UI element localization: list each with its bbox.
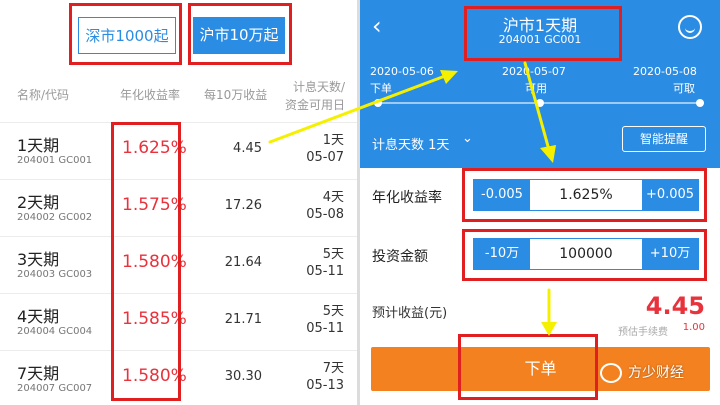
table-row[interactable]: 2天期 204002 GC002 1.575% 17.26 4天 05-08: [0, 179, 357, 236]
rate-stepper: -0.005 1.625% +0.005: [473, 179, 699, 211]
annual-rate: 1.580%: [122, 366, 187, 386]
timeline-caption-withdraw: 可取: [673, 82, 695, 95]
available-date: 05-07: [306, 150, 344, 165]
annual-rate: 1.575%: [122, 195, 187, 215]
header-name: 名称/代码: [17, 88, 70, 102]
annual-rate: 1.580%: [122, 252, 187, 272]
segment-shenzhen[interactable]: 深市1000起: [78, 17, 176, 54]
product-name: 3天期: [17, 250, 60, 269]
income-per-100k: 21.71: [224, 312, 262, 327]
product-name: 2天期: [17, 193, 60, 212]
available-date: 05-11: [306, 264, 344, 279]
product-code: 204007 GC007: [17, 383, 93, 394]
rate-decrease-button[interactable]: -0.005: [474, 180, 530, 210]
income-per-100k: 17.26: [224, 198, 262, 213]
available-date: 05-11: [306, 321, 344, 336]
timeline-dot: [374, 99, 382, 107]
smart-reminder-button[interactable]: 智能提醒: [622, 126, 706, 152]
header-days: 计息天数/: [292, 80, 345, 94]
annual-rate: 1.625%: [122, 138, 187, 158]
timeline-date-order: 2020-05-06: [370, 65, 434, 78]
rate-input[interactable]: 1.625%: [530, 180, 642, 210]
timeline-caption-order: 下单: [370, 82, 392, 95]
wechat-logo-icon: [600, 363, 622, 383]
amount-label: 投资金额: [372, 249, 428, 265]
interest-days: 7天: [322, 361, 344, 376]
estimated-fee-label: 预估手续费: [618, 327, 668, 338]
timeline-date-withdraw: 2020-05-08: [633, 65, 697, 78]
product-code: 204004 GC004: [17, 326, 93, 337]
interest-days: 5天: [322, 304, 344, 319]
estimated-income-label: 预计收益(元): [372, 306, 448, 321]
amount-decrease-button[interactable]: -10万: [474, 239, 530, 269]
timeline-date-available: 2020-05-07: [502, 65, 566, 78]
right-panel: ‹ 沪市1天期 204001 GC001 2020-05-06 下单 2020-…: [360, 0, 720, 405]
product-code: 204001 GC001: [17, 155, 93, 166]
table-row[interactable]: 1天期 204001 GC001 1.625% 4.45 1天 05-07: [0, 122, 357, 179]
table-row[interactable]: 3天期 204003 GC003 1.580% 21.64 5天 05-11: [0, 236, 357, 293]
left-panel: 深市1000起 沪市10万起 名称/代码 年化收益率 每10万收益 计息天数/ …: [0, 0, 357, 405]
estimated-income-value: 4.45: [645, 292, 705, 320]
income-per-100k: 4.45: [233, 141, 262, 156]
amount-input[interactable]: 100000: [530, 239, 642, 269]
table-header: 名称/代码 年化收益率 每10万收益 计息天数/ 资金可用日: [0, 74, 357, 122]
annual-rate: 1.585%: [122, 309, 187, 329]
amount-increase-button[interactable]: +10万: [642, 239, 698, 269]
rate-label: 年化收益率: [372, 190, 442, 206]
timeline-caption-available: 可用: [525, 82, 547, 95]
market-segment-bar: 深市1000起 沪市10万起: [0, 0, 357, 74]
product-name: 4天期: [17, 307, 60, 326]
product-code: 204002 GC002: [17, 212, 93, 223]
interest-days-selector[interactable]: 计息天数 1天: [372, 134, 449, 153]
table-row[interactable]: 7天期 204007 GC007 1.580% 30.30 7天 05-13: [0, 350, 357, 405]
header-income: 每10万收益: [204, 88, 268, 102]
estimated-fee-value: 1.00: [682, 322, 705, 333]
available-date: 05-13: [306, 378, 344, 393]
amount-stepper: -10万 100000 +10万: [473, 238, 699, 270]
product-name: 1天期: [17, 136, 60, 155]
header-available-date: 资金可用日: [284, 98, 345, 112]
income-per-100k: 30.30: [224, 369, 262, 384]
customer-service-icon[interactable]: [678, 15, 702, 39]
rate-increase-button[interactable]: +0.005: [642, 180, 698, 210]
chevron-down-icon[interactable]: ⌄: [462, 131, 473, 146]
order-header: ‹ 沪市1天期 204001 GC001 2020-05-06 下单 2020-…: [360, 0, 720, 168]
interest-days: 1天: [322, 133, 344, 148]
product-name: 7天期: [17, 364, 60, 383]
segment-shanghai[interactable]: 沪市10万起: [193, 17, 285, 54]
timeline-dot: [536, 99, 544, 107]
income-per-100k: 21.64: [224, 255, 262, 270]
table-row[interactable]: 4天期 204004 GC004 1.585% 21.71 5天 05-11: [0, 293, 357, 350]
interest-days: 5天: [322, 247, 344, 262]
timeline-dot: [696, 99, 704, 107]
header-rate: 年化收益率: [120, 88, 181, 102]
product-code: 204003 GC003: [17, 269, 93, 280]
interest-days: 4天: [322, 190, 344, 205]
watermark-text: 方少财经: [628, 365, 684, 381]
page-subtitle-code: 204001 GC001: [498, 33, 582, 46]
available-date: 05-08: [306, 207, 344, 222]
